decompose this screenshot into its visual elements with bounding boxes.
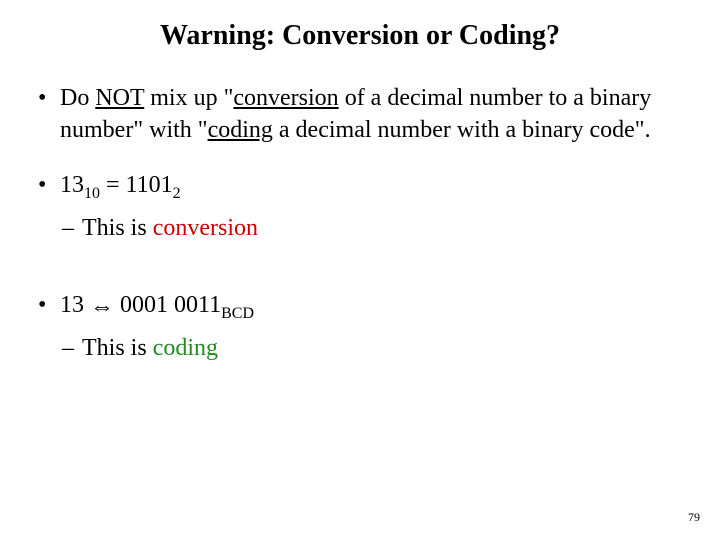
text-conversion: conversion bbox=[233, 85, 338, 111]
sub-prefix: This is bbox=[82, 215, 153, 241]
bullet-conversion-example: 1310 = 11012 bbox=[30, 169, 690, 204]
text-not: NOT bbox=[95, 85, 144, 111]
text-mid1: mix up " bbox=[144, 85, 233, 111]
sub-coding-label: This is coding bbox=[30, 332, 690, 364]
bullet-definition: Do NOT mix up "conversion of a decimal n… bbox=[30, 82, 690, 147]
coding-word: coding bbox=[153, 335, 218, 361]
bcd-value: 0001 0011 bbox=[120, 292, 221, 318]
base-bcd: BCD bbox=[221, 304, 254, 321]
equals-sign: = bbox=[100, 172, 126, 198]
text-suffix: a decimal number with a binary code". bbox=[273, 117, 651, 143]
text-coding: coding bbox=[208, 117, 273, 143]
page-number: 79 bbox=[688, 510, 700, 525]
binary-value: 1101 bbox=[126, 172, 173, 198]
conversion-word: conversion bbox=[153, 215, 258, 241]
text-prefix: Do bbox=[60, 85, 95, 111]
slide-title: Warning: Conversion or Coding? bbox=[30, 20, 690, 52]
base-ten: 10 bbox=[84, 185, 100, 202]
sub-prefix-2: This is bbox=[82, 335, 153, 361]
sub-conversion-label: This is conversion bbox=[30, 212, 690, 244]
base-two: 2 bbox=[173, 185, 181, 202]
double-arrow-icon: ⇔ bbox=[84, 294, 120, 320]
bullet-coding-example: 13 ⇔ 0001 0011BCD bbox=[30, 289, 690, 324]
decimal-value: 13 bbox=[60, 172, 84, 198]
decimal-value-2: 13 bbox=[60, 292, 84, 318]
